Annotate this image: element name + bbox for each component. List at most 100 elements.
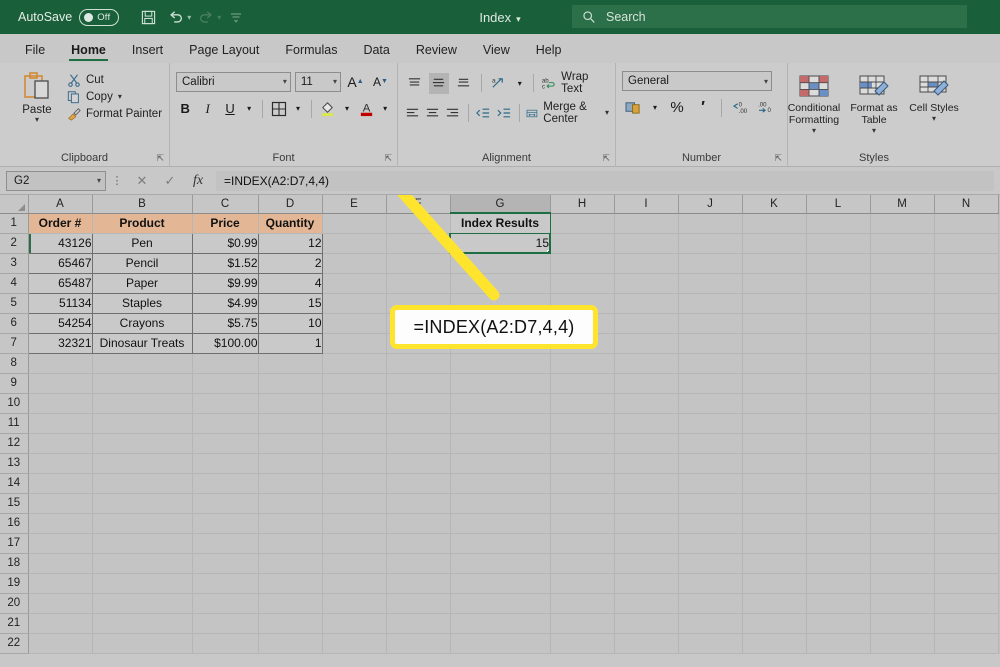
cell-C13[interactable] [192,453,259,474]
save-icon[interactable] [135,4,161,30]
cell-B18[interactable] [92,553,193,574]
row-header-7[interactable]: 7 [0,333,29,354]
cell-K22[interactable] [742,633,807,654]
cell-D14[interactable] [258,473,323,494]
cell-F1[interactable] [386,213,451,234]
cell-J4[interactable] [678,273,743,294]
cell-B16[interactable] [92,513,193,534]
copy-dropdown-caret[interactable]: ▾ [118,93,122,101]
row-header-22[interactable]: 22 [0,633,29,654]
cell-N1[interactable] [934,213,999,234]
tab-data[interactable]: Data [350,43,402,63]
cell-L21[interactable] [806,613,871,634]
cell-J19[interactable] [678,573,743,594]
row-header-3[interactable]: 3 [0,253,29,274]
cell-K14[interactable] [742,473,807,494]
cell-I14[interactable] [614,473,679,494]
cell-L15[interactable] [806,493,871,514]
cell-C7[interactable]: $100.00 [192,333,259,354]
cell-G3[interactable] [450,253,551,274]
cell-E18[interactable] [322,553,387,574]
cell-L10[interactable] [806,393,871,414]
cell-D11[interactable] [258,413,323,434]
cell-L8[interactable] [806,353,871,374]
cell-H8[interactable] [550,353,615,374]
cell-G16[interactable] [450,513,551,534]
clipboard-dialog-launcher[interactable]: ⇱ [156,153,164,164]
cell-E5[interactable] [322,293,387,314]
cell-G10[interactable] [450,393,551,414]
cell-K17[interactable] [742,533,807,554]
formula-input[interactable]: =INDEX(A2:D7,4,4) [216,170,994,191]
cell-B3[interactable]: Pencil [92,253,193,274]
cell-C19[interactable] [192,573,259,594]
cell-G12[interactable] [450,433,551,454]
undo-dropdown-caret[interactable]: ▾ [187,13,191,22]
cell-I20[interactable] [614,593,679,614]
cell-E12[interactable] [322,433,387,454]
cell-A8[interactable] [28,353,93,374]
cell-J21[interactable] [678,613,743,634]
cell-A10[interactable] [28,393,93,414]
cell-E20[interactable] [322,593,387,614]
italic-button[interactable]: I [198,98,216,119]
cell-A6[interactable]: 54254 [28,313,93,334]
cell-J11[interactable] [678,413,743,434]
cell-A18[interactable] [28,553,93,574]
cell-A12[interactable] [28,433,93,454]
cell-K9[interactable] [742,373,807,394]
select-all-corner[interactable] [0,195,29,214]
cell-B19[interactable] [92,573,193,594]
cell-C5[interactable]: $4.99 [192,293,259,314]
shrink-font-button[interactable]: A ▼ [370,71,391,92]
align-bottom-button[interactable] [453,73,474,94]
column-header-B[interactable]: B [92,195,193,214]
search-box[interactable]: Search [572,5,967,28]
cell-M15[interactable] [870,493,935,514]
cell-M20[interactable] [870,593,935,614]
cell-I22[interactable] [614,633,679,654]
cell-C10[interactable] [192,393,259,414]
align-left-button[interactable] [404,103,420,124]
cell-L17[interactable] [806,533,871,554]
cell-N4[interactable] [934,273,999,294]
cell-C4[interactable]: $9.99 [192,273,259,294]
cell-K13[interactable] [742,453,807,474]
cell-N7[interactable] [934,333,999,354]
row-header-15[interactable]: 15 [0,493,29,514]
row-header-20[interactable]: 20 [0,593,29,614]
cell-H21[interactable] [550,613,615,634]
tab-file[interactable]: File [12,43,58,63]
cell-N22[interactable] [934,633,999,654]
increase-indent-button[interactable] [495,103,511,124]
cell-N12[interactable] [934,433,999,454]
row-header-13[interactable]: 13 [0,453,29,474]
cell-J15[interactable] [678,493,743,514]
cell-C11[interactable] [192,413,259,434]
number-dialog-launcher[interactable]: ⇱ [774,153,782,164]
increase-decimal-button[interactable]: 0.00 [729,97,751,118]
cell-A1[interactable]: Order # [28,213,93,234]
orientation-dropdown-caret[interactable]: ▾ [513,73,526,94]
column-header-M[interactable]: M [870,195,935,214]
cell-H9[interactable] [550,373,615,394]
cell-J2[interactable] [678,233,743,254]
cell-M1[interactable] [870,213,935,234]
cell-M22[interactable] [870,633,935,654]
cell-B2[interactable]: Pen [92,233,193,254]
cell-A7[interactable]: 32321 [28,333,93,354]
cell-C12[interactable] [192,433,259,454]
font-color-dropdown-caret[interactable]: ▾ [379,98,391,119]
cell-D8[interactable] [258,353,323,374]
cell-I3[interactable] [614,253,679,274]
cell-K20[interactable] [742,593,807,614]
cell-E6[interactable] [322,313,387,334]
row-header-19[interactable]: 19 [0,573,29,594]
cell-D19[interactable] [258,573,323,594]
cell-L7[interactable] [806,333,871,354]
cell-B1[interactable]: Product [92,213,193,234]
bold-button[interactable]: B [176,98,194,119]
cell-D4[interactable]: 4 [258,273,323,294]
cell-F10[interactable] [386,393,451,414]
cell-I1[interactable] [614,213,679,234]
